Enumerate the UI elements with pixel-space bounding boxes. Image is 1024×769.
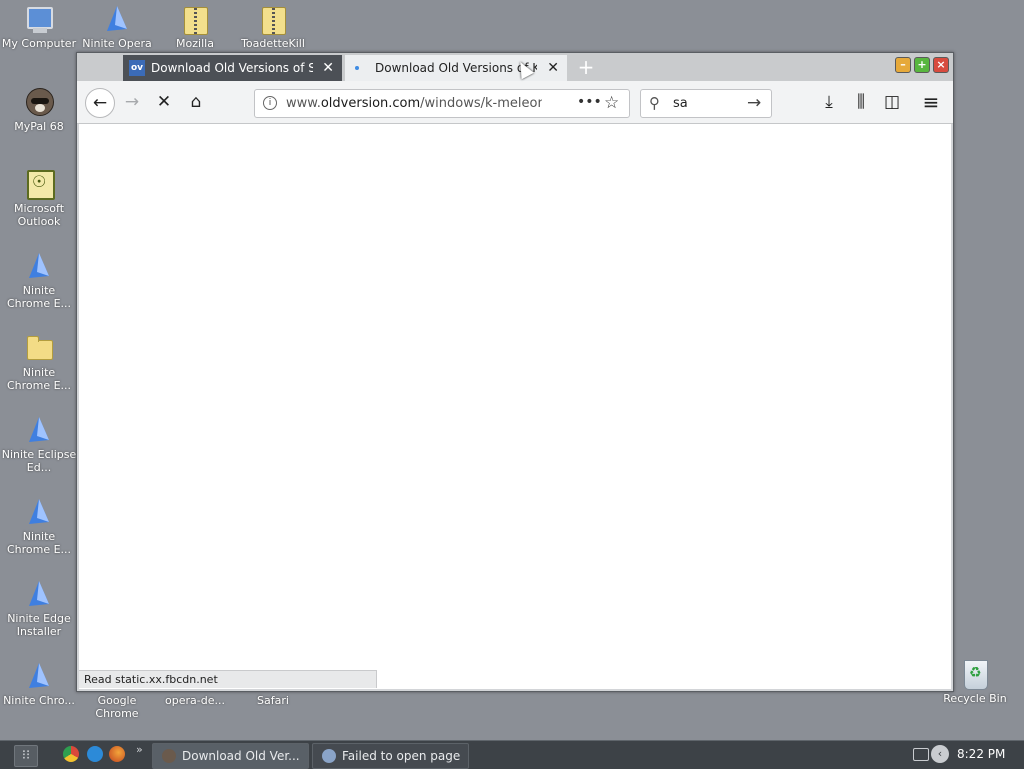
close-tab-icon[interactable]: ✕ <box>322 55 334 81</box>
close-window-button[interactable]: × <box>933 57 949 73</box>
desktop-icon-mozilla[interactable]: Mozilla <box>157 3 233 50</box>
bookmark-star-icon[interactable]: ☆ <box>604 90 619 117</box>
chrome-icon[interactable] <box>63 746 79 762</box>
desktop-icon-label: Ninite Edge Installer <box>7 612 71 638</box>
loading-dot-icon <box>355 66 359 70</box>
url-prefix: www. <box>286 96 321 111</box>
taskbar-item-label: Failed to open page <box>342 749 461 763</box>
minimize-button[interactable]: – <box>895 57 911 73</box>
desktop-icon-ninite-eclipse[interactable]: Ninite Eclipse Ed... <box>1 414 77 474</box>
desktop-icon-label: Ninite Chrome E... <box>6 284 72 310</box>
keyboard-icon[interactable] <box>913 748 929 761</box>
desktop-icon-label: Ninite Opera <box>82 37 152 50</box>
url-bar[interactable]: i www.oldversion.com/windows/k-meleon ••… <box>254 89 630 118</box>
url-domain: oldversion.com <box>320 96 421 111</box>
ninite-icon <box>23 496 55 528</box>
ninite-icon <box>23 660 55 692</box>
ninite-icon <box>23 414 55 446</box>
library-icon[interactable]: ⫼ <box>848 89 874 115</box>
ninite-icon <box>101 3 133 35</box>
recycle-bin-icon <box>959 658 991 690</box>
new-tab-button[interactable]: + <box>575 55 597 81</box>
ninite-icon <box>23 578 55 610</box>
desktop-icon-label: Recycle Bin <box>943 692 1007 705</box>
desktop-icon-label: Google Chrome <box>95 694 139 720</box>
desktop-icon-label: Mozilla <box>176 37 214 50</box>
menu-icon[interactable]: ≡ <box>918 89 944 115</box>
internet-explorer-icon[interactable] <box>87 746 103 762</box>
url-path: /windows/k-meleon <box>420 96 542 111</box>
start-menu-button[interactable]: ⁝⁝ <box>14 745 38 767</box>
desktop-icon-ninite-chrome-folder[interactable]: Ninite Chrome E... <box>1 332 77 392</box>
search-go-icon[interactable]: → <box>747 90 761 117</box>
mypal-icon <box>162 749 176 763</box>
taskbar: ⁝⁝ » Download Old Ver... Failed to open … <box>0 740 1024 769</box>
desktop-icon-label: Safari <box>257 694 289 707</box>
desktop-icon-toadettekill[interactable]: ToadetteKill <box>235 3 311 50</box>
taskbar-item-label: Download Old Ver... <box>182 749 300 763</box>
folder-icon <box>23 332 55 364</box>
taskbar-item-failed-to-open-page[interactable]: Failed to open page <box>312 743 469 769</box>
desktop-icon-my-computer[interactable]: My Computer <box>1 3 77 50</box>
desktop-icon-google-chrome[interactable]: Google Chrome <box>79 694 155 720</box>
desktop-icon-label: Microsoft Outlook <box>13 202 65 228</box>
site-info-icon[interactable]: i <box>263 96 277 110</box>
computer-icon <box>23 3 55 35</box>
url-text[interactable]: www.oldversion.com/windows/k-meleon <box>286 90 542 117</box>
desktop-icon-label: My Computer <box>1 37 77 50</box>
desktop-icon-label: ToadetteKill <box>241 37 305 50</box>
page-actions-icon[interactable]: ••• <box>577 90 602 115</box>
desktop-icon-ninite-opera[interactable]: Ninite Opera <box>79 3 155 50</box>
desktop-icon-opera-de[interactable]: opera-de... <box>157 694 233 707</box>
tab-title: Download Old Versions of K- <box>375 61 537 75</box>
desktop-icon-ninite-chrome-2[interactable]: Ninite Chrome E... <box>1 496 77 556</box>
search-box[interactable]: ⚲ sa → <box>640 89 772 118</box>
tab-download-old-versions-k[interactable]: Download Old Versions of K- ✕ <box>345 55 567 81</box>
desktop-icon-label: Ninite Chro... <box>3 694 75 707</box>
zip-folder-icon <box>257 3 289 35</box>
desktop-icon-label: MyPal 68 <box>14 120 64 133</box>
taskbar-item-download-old-versions[interactable]: Download Old Ver... <box>152 743 309 769</box>
oldversion-favicon-icon: ov <box>129 60 145 76</box>
desktop-icon-outlook[interactable]: Microsoft Outlook <box>1 168 77 228</box>
outlook-icon <box>23 168 55 200</box>
search-input[interactable]: sa <box>673 90 688 117</box>
ninite-icon <box>23 250 55 282</box>
browser-window[interactable]: ov Download Old Versions of Se ✕ Downloa… <box>76 52 954 692</box>
downloads-icon[interactable]: ⤓ <box>816 89 842 115</box>
desktop-icon-ninite-chrome-1[interactable]: Ninite Chrome E... <box>1 250 77 310</box>
zip-folder-icon <box>179 3 211 35</box>
desktop-icon-ninite-edge[interactable]: Ninite Edge Installer <box>1 578 77 638</box>
tab-title: Download Old Versions of Se <box>151 61 313 75</box>
mypal-icon <box>23 86 55 118</box>
desktop-icon-safari[interactable]: Safari <box>235 694 311 707</box>
sidebar-icon[interactable]: ◫ <box>879 89 905 115</box>
home-button[interactable]: ⌂ <box>183 89 209 115</box>
quicklaunch-more-icon[interactable]: » <box>136 743 143 756</box>
back-button[interactable]: ← <box>85 88 115 118</box>
status-bar: Read static.xx.fbcdn.net <box>79 670 377 688</box>
desktop-icon-label: Ninite Chrome E... <box>6 530 72 556</box>
desktop-icon-label: Ninite Eclipse Ed... <box>1 448 77 474</box>
firefox-icon[interactable] <box>109 746 125 762</box>
search-icon: ⚲ <box>649 94 660 112</box>
page-content <box>79 124 951 689</box>
desktop-icon-label: Ninite Chrome E... <box>6 366 72 392</box>
desktop-icon-mypal[interactable]: MyPal 68 <box>1 86 77 133</box>
close-tab-icon[interactable]: ✕ <box>547 55 559 81</box>
forward-button[interactable]: → <box>119 89 145 115</box>
tray-expand-icon[interactable]: ‹ <box>931 745 949 763</box>
maximize-button[interactable]: + <box>914 57 930 73</box>
desktop-icon-ninite-chro[interactable]: Ninite Chro... <box>1 660 77 707</box>
globe-icon <box>322 749 336 763</box>
tab-download-old-versions-se[interactable]: ov Download Old Versions of Se ✕ <box>123 55 342 81</box>
clock[interactable]: 8:22 PM <box>957 741 1005 767</box>
stop-button[interactable]: ✕ <box>151 89 177 115</box>
desktop-icon-label: opera-de... <box>165 694 225 707</box>
navigation-toolbar: ← → ✕ ⌂ i www.oldversion.com/windows/k-m… <box>77 81 953 124</box>
